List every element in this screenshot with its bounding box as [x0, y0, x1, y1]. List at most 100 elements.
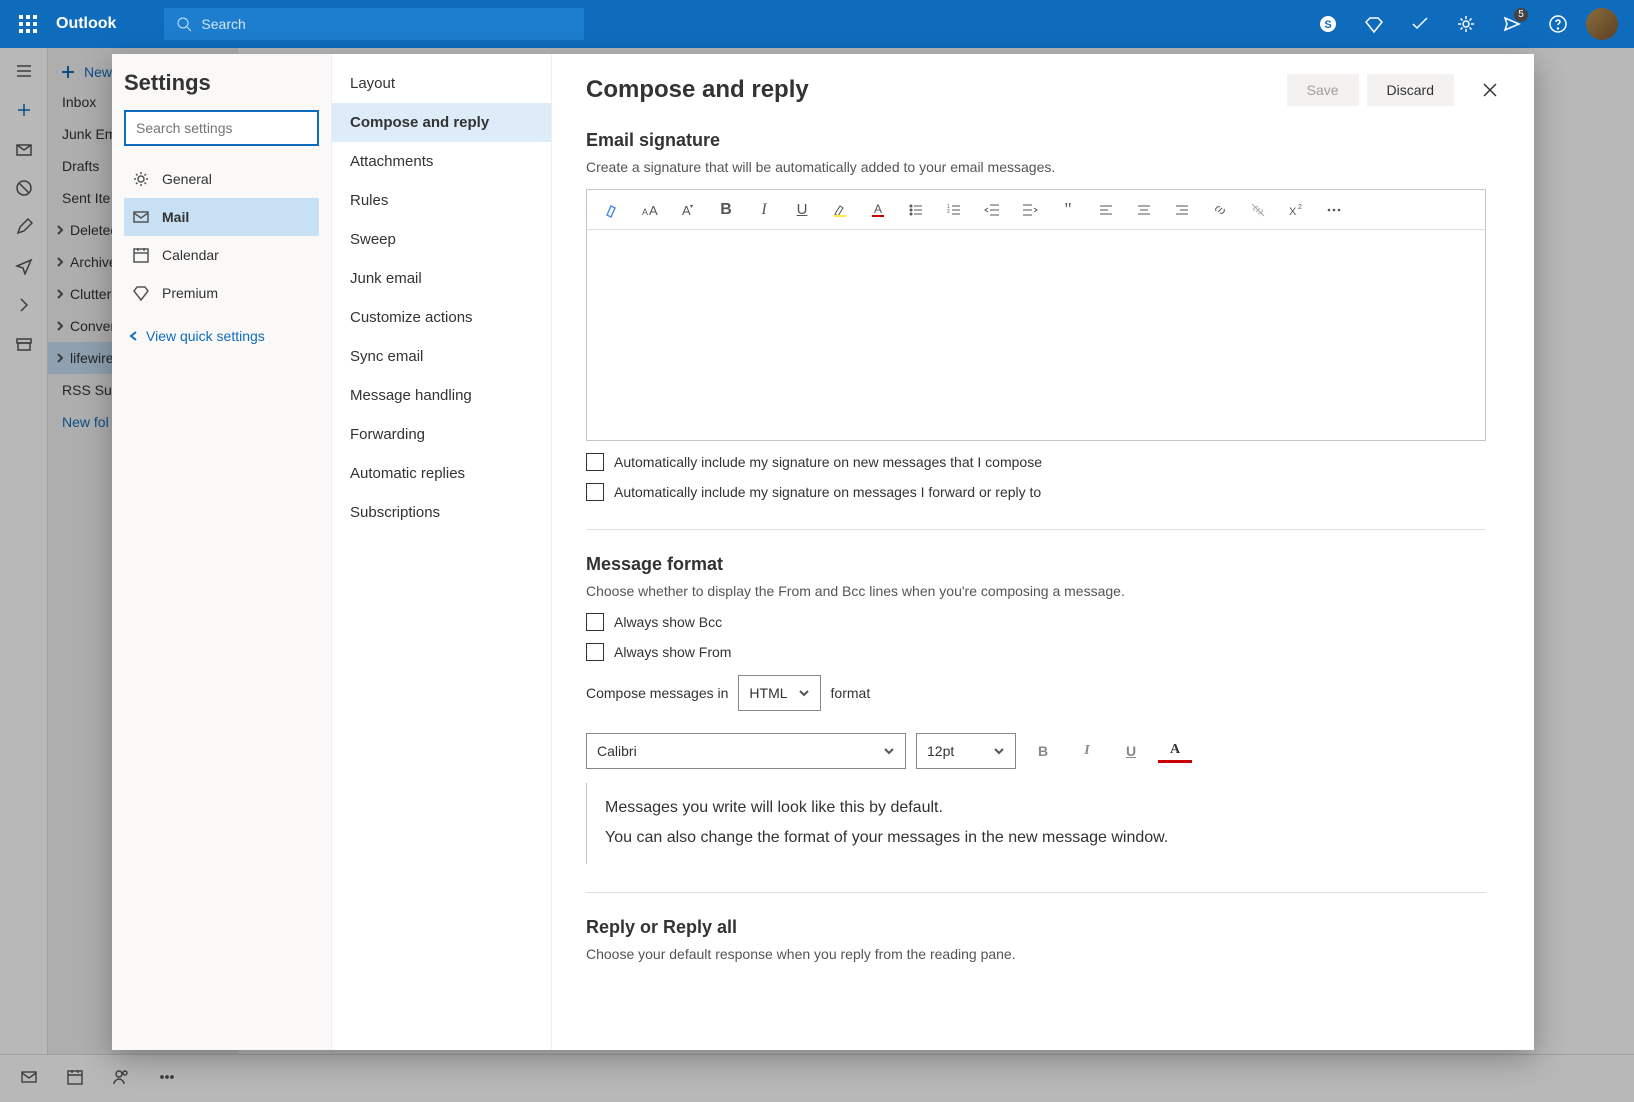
subcat-sync-email[interactable]: Sync email — [332, 337, 551, 376]
todo-icon[interactable] — [1402, 6, 1438, 42]
notification-badge: 5 — [1514, 8, 1528, 22]
subcat-junk-email[interactable]: Junk email — [332, 259, 551, 298]
numbering-icon[interactable]: 12 — [943, 199, 965, 221]
signature-editor: AA A▾ B I U A 12 " — [586, 189, 1486, 441]
include-signature-reply-label: Automatically include my signature on me… — [614, 484, 1041, 500]
subcat-compose-and-reply[interactable]: Compose and reply — [332, 103, 551, 142]
skype-icon[interactable]: S — [1310, 6, 1346, 42]
quote-icon[interactable]: " — [1057, 199, 1079, 221]
more-formatting-icon[interactable] — [1323, 199, 1345, 221]
always-bcc-checkbox[interactable] — [586, 613, 604, 631]
signature-subtext: Create a signature that will be automati… — [586, 159, 1486, 175]
signature-toolbar: AA A▾ B I U A 12 " — [587, 190, 1485, 230]
signature-heading: Email signature — [586, 130, 1486, 151]
default-font-color-button[interactable]: A — [1158, 739, 1192, 763]
chevron-down-icon — [883, 745, 895, 757]
category-general[interactable]: General — [124, 160, 319, 198]
category-calendar[interactable]: Calendar — [124, 236, 319, 274]
content-scroll[interactable]: Email signature Create a signature that … — [552, 112, 1534, 1050]
mail-icon — [132, 208, 150, 226]
svg-text:▾: ▾ — [690, 204, 693, 210]
svg-text:S: S — [1324, 19, 1331, 31]
settings-title: Settings — [124, 70, 319, 96]
font-icon[interactable]: A▾ — [677, 199, 699, 221]
font-family-dropdown[interactable]: Calibri — [586, 733, 906, 769]
premium-icon[interactable] — [1356, 6, 1392, 42]
always-from-checkbox[interactable] — [586, 643, 604, 661]
preview-line-2: You can also change the format of your m… — [605, 823, 1468, 853]
subcat-forwarding[interactable]: Forwarding — [332, 415, 551, 454]
include-signature-reply-checkbox[interactable] — [586, 483, 604, 501]
svg-text:A: A — [649, 203, 658, 218]
outdent-icon[interactable] — [981, 199, 1003, 221]
bullets-icon[interactable] — [905, 199, 927, 221]
always-bcc-label: Always show Bcc — [614, 614, 722, 630]
close-button[interactable] — [1470, 70, 1510, 110]
link-icon[interactable] — [1209, 199, 1231, 221]
help-icon[interactable] — [1540, 6, 1576, 42]
category-mail[interactable]: Mail — [124, 198, 319, 236]
superscript-icon[interactable]: X2 — [1285, 199, 1307, 221]
subcat-customize-actions[interactable]: Customize actions — [332, 298, 551, 337]
subcat-automatic-replies[interactable]: Automatic replies — [332, 454, 551, 493]
signature-textarea[interactable] — [587, 230, 1485, 440]
search-input[interactable] — [201, 16, 572, 32]
underline-icon[interactable]: U — [791, 199, 813, 221]
align-right-icon[interactable] — [1171, 199, 1193, 221]
settings-categories: Settings GeneralMailCalendarPremium View… — [112, 54, 332, 1050]
default-italic-button[interactable]: I — [1070, 734, 1104, 768]
svg-text:2: 2 — [1298, 204, 1302, 211]
compose-format-dropdown[interactable]: HTML — [738, 675, 820, 711]
settings-modal: Settings GeneralMailCalendarPremium View… — [112, 54, 1534, 1050]
default-underline-button[interactable]: U — [1114, 734, 1148, 768]
settings-subcategories: LayoutCompose and replyAttachmentsRulesS… — [332, 54, 552, 1050]
settings-icon[interactable] — [1448, 6, 1484, 42]
svg-text:A: A — [874, 202, 882, 216]
category-premium[interactable]: Premium — [124, 274, 319, 312]
align-left-icon[interactable] — [1095, 199, 1117, 221]
reply-heading: Reply or Reply all — [586, 917, 1486, 938]
save-button[interactable]: Save — [1287, 74, 1359, 106]
message-format-heading: Message format — [586, 554, 1486, 575]
chevron-down-icon — [993, 745, 1005, 757]
subcat-layout[interactable]: Layout — [332, 64, 551, 103]
avatar[interactable] — [1586, 8, 1618, 40]
diamond-icon — [132, 284, 150, 302]
subcat-subscriptions[interactable]: Subscriptions — [332, 493, 551, 532]
subcat-message-handling[interactable]: Message handling — [332, 376, 551, 415]
view-quick-settings-link[interactable]: View quick settings — [124, 324, 319, 348]
indent-icon[interactable] — [1019, 199, 1041, 221]
settings-content: Compose and reply Save Discard Email sig… — [552, 54, 1534, 1050]
close-icon — [1482, 82, 1498, 98]
font-size-dropdown[interactable]: 12pt — [916, 733, 1016, 769]
global-search[interactable] — [164, 8, 584, 40]
align-center-icon[interactable] — [1133, 199, 1155, 221]
format-painter-icon[interactable] — [601, 199, 623, 221]
subcat-attachments[interactable]: Attachments — [332, 142, 551, 181]
subcat-sweep[interactable]: Sweep — [332, 220, 551, 259]
reply-subtext: Choose your default response when you re… — [586, 946, 1486, 962]
bold-icon[interactable]: B — [715, 199, 737, 221]
compose-in-pre: Compose messages in — [586, 685, 728, 701]
chevron-left-icon — [128, 330, 140, 342]
notifications-icon[interactable]: 5 — [1494, 6, 1530, 42]
settings-search-input[interactable] — [124, 110, 319, 146]
font-family-value: Calibri — [597, 743, 637, 759]
subcat-rules[interactable]: Rules — [332, 181, 551, 220]
format-preview: Messages you write will look like this b… — [586, 783, 1486, 864]
font-size-value: 12pt — [927, 743, 954, 759]
font-size-icon[interactable]: AA — [639, 199, 661, 221]
highlight-icon[interactable] — [829, 199, 851, 221]
svg-text:A: A — [642, 207, 648, 217]
include-signature-new-checkbox[interactable] — [586, 453, 604, 471]
brand-label: Outlook — [56, 15, 116, 33]
discard-button[interactable]: Discard — [1367, 74, 1454, 106]
default-bold-button[interactable]: B — [1026, 734, 1060, 768]
app-launcher[interactable] — [8, 4, 48, 44]
italic-icon[interactable]: I — [753, 199, 775, 221]
svg-text:2: 2 — [947, 209, 950, 215]
unlink-icon[interactable] — [1247, 199, 1269, 221]
font-color-icon[interactable]: A — [867, 199, 889, 221]
gear-icon — [132, 170, 150, 188]
search-icon — [176, 16, 191, 32]
